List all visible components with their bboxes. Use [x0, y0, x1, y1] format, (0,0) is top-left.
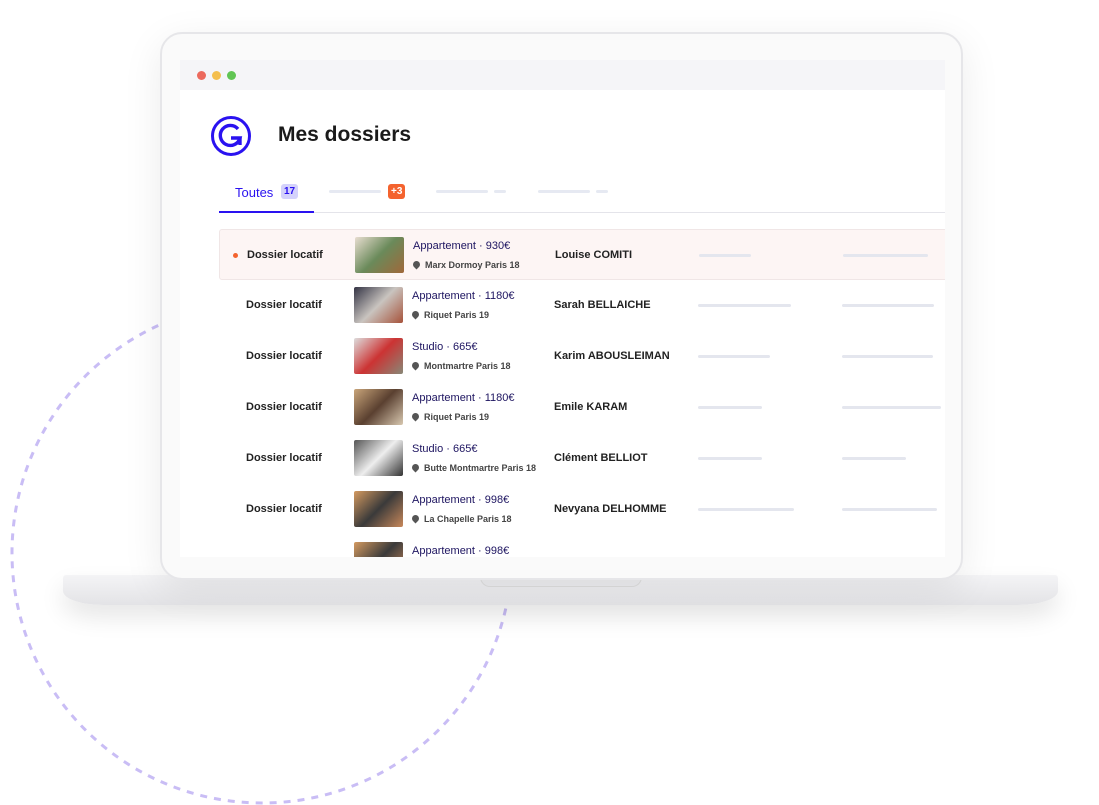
- map-pin-icon: [411, 259, 422, 270]
- property-photo: [354, 338, 403, 374]
- location-text: Riquet Paris 19: [424, 310, 490, 320]
- property-location: Montmartre Paris 18: [410, 360, 511, 371]
- location-text: La Chapelle Paris 18: [424, 514, 512, 524]
- property-title[interactable]: Appartement · 1180€: [412, 392, 515, 404]
- location-text: Riquet Paris 19: [424, 412, 490, 422]
- table-row[interactable]: Dossier locatif Appartement · 1180€ Riquet…: [219, 280, 945, 331]
- property-location: Riquet Paris 19: [410, 411, 490, 422]
- placeholder-bar: [698, 457, 762, 460]
- map-pin-icon: [410, 462, 421, 473]
- logo-g-icon: [211, 116, 251, 156]
- dossier-type: Dossier locatif: [247, 249, 323, 261]
- tab-label: Toutes: [235, 185, 274, 200]
- property-title[interactable]: Studio · 665€: [412, 341, 477, 353]
- new-badge: +3: [388, 184, 406, 199]
- property-photo: [354, 287, 403, 323]
- count-badge: 17: [281, 184, 299, 199]
- property-photo: [355, 237, 404, 273]
- table-row[interactable]: Dossier locatif Studio · 665€ Montmartre P…: [219, 331, 945, 382]
- placeholder-bar: [698, 355, 770, 358]
- app-window: Mes dossiers Toutes 17 +3 Dossier locati…: [180, 60, 945, 557]
- map-pin-icon: [410, 411, 421, 422]
- property-title[interactable]: Appartement · 998€: [412, 494, 509, 506]
- dossier-type: Dossier locatif: [246, 299, 322, 311]
- placeholder-bar: [699, 254, 751, 257]
- table-row[interactable]: Appartement · 998€: [219, 535, 945, 557]
- placeholder-bar: [842, 508, 937, 511]
- property-location: Marx Dormoy Paris 18: [411, 259, 520, 270]
- property-photo: [354, 440, 403, 476]
- table-row[interactable]: Dossier locatif Appartement · 1180€ Riquet…: [219, 382, 945, 433]
- map-pin-icon: [410, 513, 421, 524]
- map-pin-icon: [410, 360, 421, 371]
- table-row[interactable]: Dossier locatif Appartement · 930€ Marx Do…: [219, 229, 945, 280]
- placeholder-bar: [698, 406, 762, 409]
- table-row[interactable]: Dossier locatif Appartement · 998€ La Chap…: [219, 484, 945, 535]
- placeholder-bar: [698, 304, 791, 307]
- location-text: Montmartre Paris 18: [424, 361, 511, 371]
- placeholder-bar: [842, 457, 906, 460]
- minimize-dot[interactable]: [212, 71, 221, 80]
- dossier-list: Dossier locatif Appartement · 930€ Marx Do…: [219, 229, 945, 557]
- location-text: Marx Dormoy Paris 18: [425, 260, 520, 270]
- page-title: Mes dossiers: [278, 123, 412, 146]
- map-pin-icon: [410, 309, 421, 320]
- dossier-type: Dossier locatif: [246, 401, 322, 413]
- unread-dot: [233, 253, 238, 258]
- property-location: La Chapelle Paris 18: [410, 513, 512, 524]
- property-photo: [354, 491, 403, 527]
- property-title[interactable]: Appartement · 1180€: [412, 290, 515, 302]
- property-photo: [354, 389, 403, 425]
- tab-toutes[interactable]: Toutes 17: [219, 172, 314, 213]
- maximize-dot[interactable]: [227, 71, 236, 80]
- tenant-name: Karim ABOUSLEIMAN: [554, 350, 670, 362]
- tenant-name: Sarah BELLAICHE: [554, 299, 651, 311]
- tenant-name: Nevyana DELHOMME: [554, 503, 667, 515]
- property-title[interactable]: Studio · 665€: [412, 443, 477, 455]
- dossier-type: Dossier locatif: [246, 350, 322, 362]
- placeholder-bar: [842, 406, 941, 409]
- location-text: Butte Montmartre Paris 18: [424, 463, 537, 473]
- property-title[interactable]: Appartement · 930€: [413, 240, 510, 252]
- table-row[interactable]: Dossier locatif Studio · 665€ Butte Montma…: [219, 433, 945, 484]
- dossier-type: Dossier locatif: [246, 503, 322, 515]
- property-location: Riquet Paris 19: [410, 309, 490, 320]
- close-dot[interactable]: [197, 71, 206, 80]
- tab-bar: Toutes 17 +3: [219, 172, 945, 213]
- placeholder-bar: [842, 355, 933, 358]
- window-titlebar: [180, 60, 945, 90]
- property-title[interactable]: Appartement · 998€: [412, 545, 509, 557]
- placeholder-bar: [843, 254, 928, 257]
- placeholder-bar: [842, 304, 934, 307]
- tenant-name: Louise COMITI: [555, 249, 632, 261]
- tenant-name: Emile KARAM: [554, 401, 628, 413]
- property-photo: [354, 542, 403, 557]
- tenant-name: Clément BELLIOT: [554, 452, 648, 464]
- placeholder-bar: [698, 508, 794, 511]
- property-location: Butte Montmartre Paris 18: [410, 462, 537, 473]
- dossier-type: Dossier locatif: [246, 452, 322, 464]
